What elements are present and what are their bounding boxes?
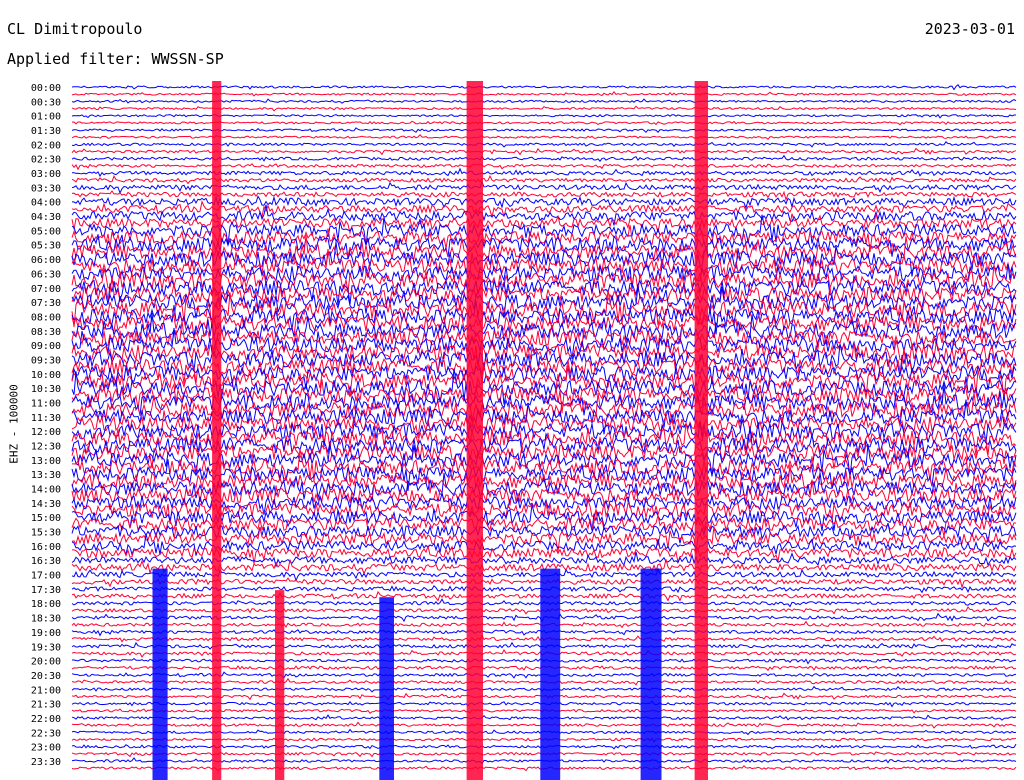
time-tick-label: 07:00	[31, 284, 61, 295]
time-tick-label: 09:30	[31, 356, 61, 367]
time-tick-label: 13:00	[31, 456, 61, 467]
time-tick-label: 15:30	[31, 528, 61, 539]
time-tick-label: 20:00	[31, 657, 61, 668]
time-tick-label: 07:30	[31, 298, 61, 309]
time-tick-label: 10:00	[31, 370, 61, 381]
time-tick-label: 21:00	[31, 685, 61, 696]
time-tick-label: 17:00	[31, 571, 61, 582]
time-tick-label: 21:30	[31, 700, 61, 711]
time-tick-label: 03:30	[31, 183, 61, 194]
time-tick-label: 01:30	[31, 126, 61, 137]
event-burst	[640, 568, 662, 780]
time-tick-label: 12:30	[31, 442, 61, 453]
time-tick-label: 18:00	[31, 599, 61, 610]
time-tick-label: 22:00	[31, 714, 61, 725]
time-tick-label: 04:30	[31, 212, 61, 223]
time-tick-label: 17:30	[31, 585, 61, 596]
time-tick-label: 01:00	[31, 112, 61, 123]
time-tick-label: 09:00	[31, 341, 61, 352]
time-tick-label: 20:30	[31, 671, 61, 682]
time-tick-label: 12:00	[31, 427, 61, 438]
time-tick-label: 15:00	[31, 513, 61, 524]
time-tick-label: 11:00	[31, 399, 61, 410]
helicorder-plot: 00:00 00:30 01:00 01:30 02:00 02:30 03:00 03:30…	[31, 81, 1017, 780]
time-tick-label: 23:30	[31, 757, 61, 768]
time-tick-label: 03:00	[31, 169, 61, 180]
event-burst	[540, 568, 561, 780]
time-tick-label: 16:00	[31, 542, 61, 553]
time-tick-label: 22:30	[31, 728, 61, 739]
time-tick-label: 11:30	[31, 413, 61, 424]
time-tick-label: 00:00	[31, 83, 61, 94]
event-burst	[152, 568, 168, 780]
time-tick-label: 08:00	[31, 312, 61, 323]
event-burst	[212, 81, 222, 780]
time-tick-label: 19:30	[31, 642, 61, 653]
time-tick-label: 04:00	[31, 198, 61, 209]
time-tick-label: 08:30	[31, 327, 61, 338]
time-tick-label: 18:30	[31, 614, 61, 625]
time-tick-label: 00:30	[31, 97, 61, 108]
time-tick-label: 13:30	[31, 470, 61, 481]
event-burst	[694, 81, 708, 780]
time-tick-label: 14:30	[31, 499, 61, 510]
time-tick-label: 16:30	[31, 556, 61, 567]
time-tick-label: 05:30	[31, 241, 61, 252]
time-tick-label: 02:00	[31, 140, 61, 151]
time-tick-label: 02:30	[31, 155, 61, 166]
event-burst	[466, 81, 483, 780]
time-tick-label: 06:30	[31, 269, 61, 280]
time-tick-label: 19:00	[31, 628, 61, 639]
tick-label-group: 00:00 00:30 01:00 01:30 02:00 02:30 03:00 03:30…	[31, 83, 61, 768]
event-burst	[379, 597, 394, 780]
time-tick-label: 06:00	[31, 255, 61, 266]
time-tick-label: 05:00	[31, 226, 61, 237]
time-tick-label: 10:30	[31, 384, 61, 395]
trace-group	[71, 81, 1017, 780]
event-burst	[275, 590, 285, 780]
time-tick-label: 14:00	[31, 485, 61, 496]
time-tick-label: 23:00	[31, 743, 61, 754]
